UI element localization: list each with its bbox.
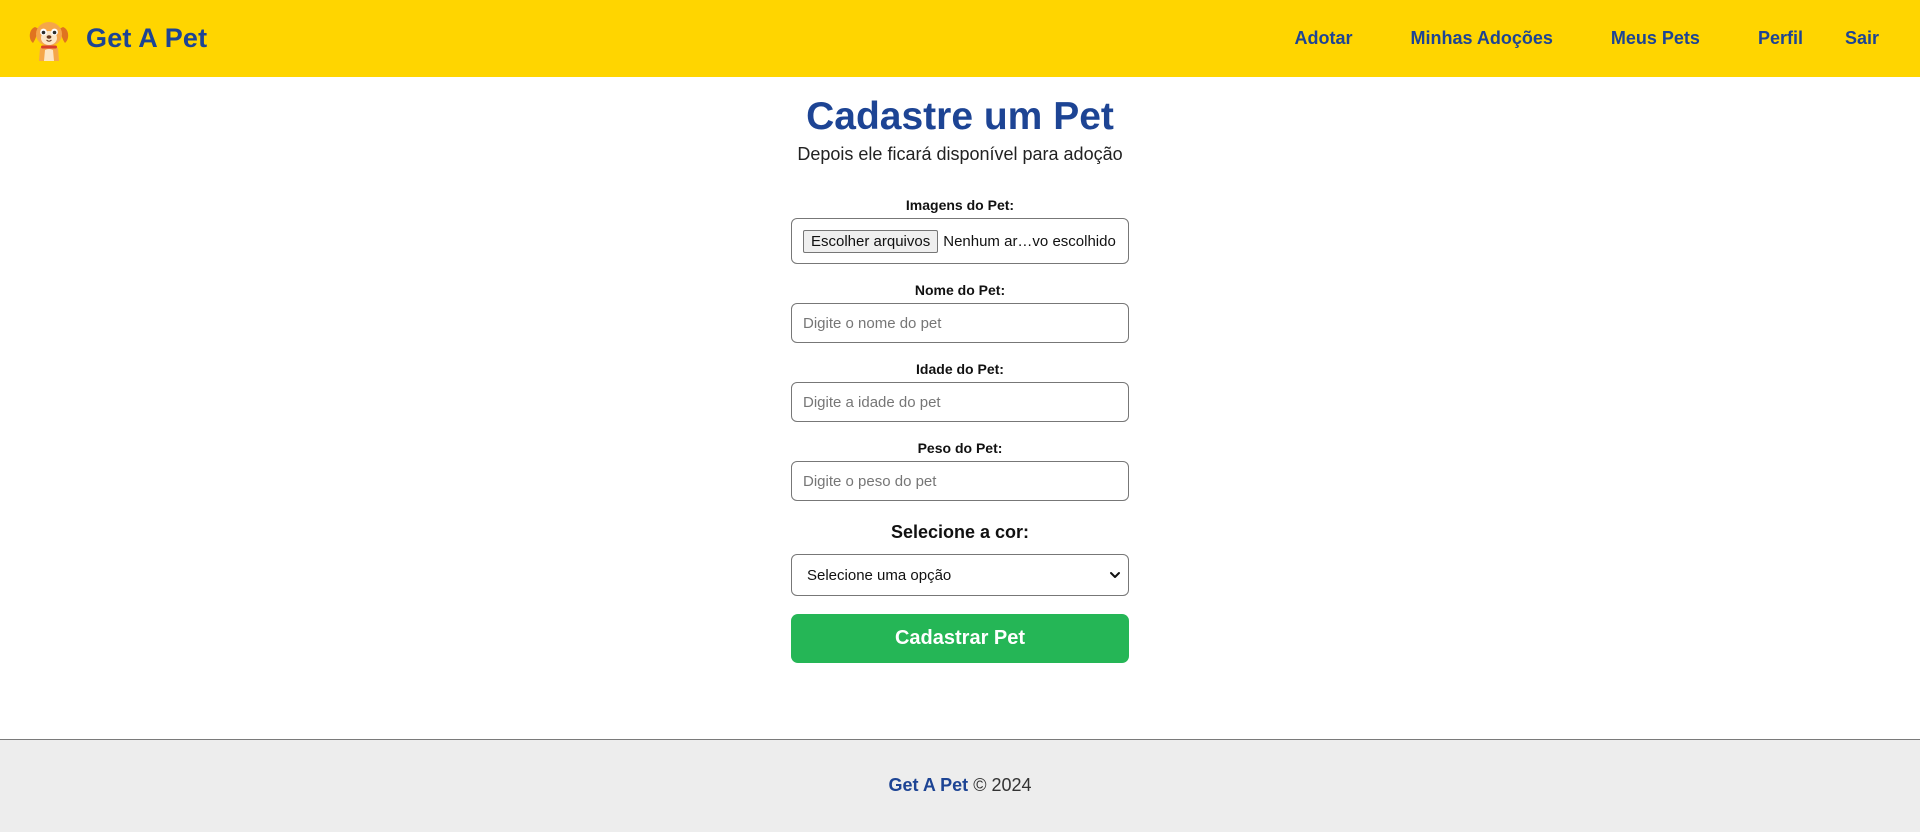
footer: Get A Pet © 2024 [0, 739, 1920, 832]
dog-logo-icon [29, 21, 69, 61]
nav-item-sair: Sair [1845, 28, 1879, 49]
footer-text: Get A Pet © 2024 [888, 775, 1031, 796]
brand-link[interactable]: Get A Pet [27, 17, 207, 61]
nav-link-sair[interactable]: Sair [1845, 28, 1879, 49]
color-select-value: Selecione uma opção [807, 566, 952, 584]
images-file-input[interactable]: Escolher arquivos Nenhum ar…vo escolhido [791, 218, 1129, 264]
file-status-text: Nenhum ar…vo escolhido [943, 232, 1116, 250]
images-group: Imagens do Pet: Escolher arquivos Nenhum… [791, 197, 1129, 264]
color-select[interactable]: Selecione uma opção [791, 554, 1129, 596]
nav-link-meus-pets[interactable]: Meus Pets [1611, 28, 1700, 49]
page: Get A Pet Adotar Minhas Adoções Meus Pet… [0, 0, 1920, 832]
choose-files-button[interactable]: Escolher arquivos [803, 229, 939, 253]
footer-copyright: © 2024 [973, 774, 1032, 795]
nav-link-perfil[interactable]: Perfil [1758, 28, 1803, 49]
nav-item-minhas-adocoes: Minhas Adoções [1411, 28, 1553, 49]
submit-pet-button[interactable]: Cadastrar Pet [791, 614, 1129, 663]
weight-label: Peso do Pet: [917, 440, 1003, 456]
chevron-down-icon [1110, 572, 1120, 578]
nav-link-adotar[interactable]: Adotar [1295, 28, 1353, 49]
nav-item-meus-pets: Meus Pets [1611, 28, 1700, 49]
weight-group: Peso do Pet: [791, 440, 1129, 501]
nav-item-perfil: Perfil [1758, 28, 1803, 49]
navbar: Get A Pet Adotar Minhas Adoções Meus Pet… [0, 0, 1920, 77]
pet-weight-input[interactable] [791, 461, 1129, 501]
name-group: Nome do Pet: [791, 282, 1129, 343]
nav-link-minhas-adocoes[interactable]: Minhas Adoções [1411, 28, 1553, 49]
nav-links: Adotar Minhas Adoções Meus Pets Perfil S… [1295, 28, 1879, 49]
nav-item-adotar: Adotar [1295, 28, 1353, 49]
images-label: Imagens do Pet: [905, 197, 1015, 213]
age-group: Idade do Pet: [791, 361, 1129, 422]
pet-age-input[interactable] [791, 382, 1129, 422]
pet-form: Imagens do Pet: Escolher arquivos Nenhum… [791, 197, 1129, 663]
page-subtitle: Depois ele ficará disponível para adoção [797, 144, 1123, 164]
page-title: Cadastre um Pet [806, 95, 1114, 138]
age-label: Idade do Pet: [916, 361, 1004, 377]
footer-brand: Get A Pet [888, 774, 969, 795]
name-label: Nome do Pet: [914, 282, 1006, 298]
brand-name: Get A Pet [86, 23, 208, 53]
main-content: Cadastre um Pet Depois ele ficará dispon… [0, 77, 1920, 739]
color-label: Selecione a cor: [890, 522, 1030, 542]
pet-name-input[interactable] [791, 303, 1129, 343]
